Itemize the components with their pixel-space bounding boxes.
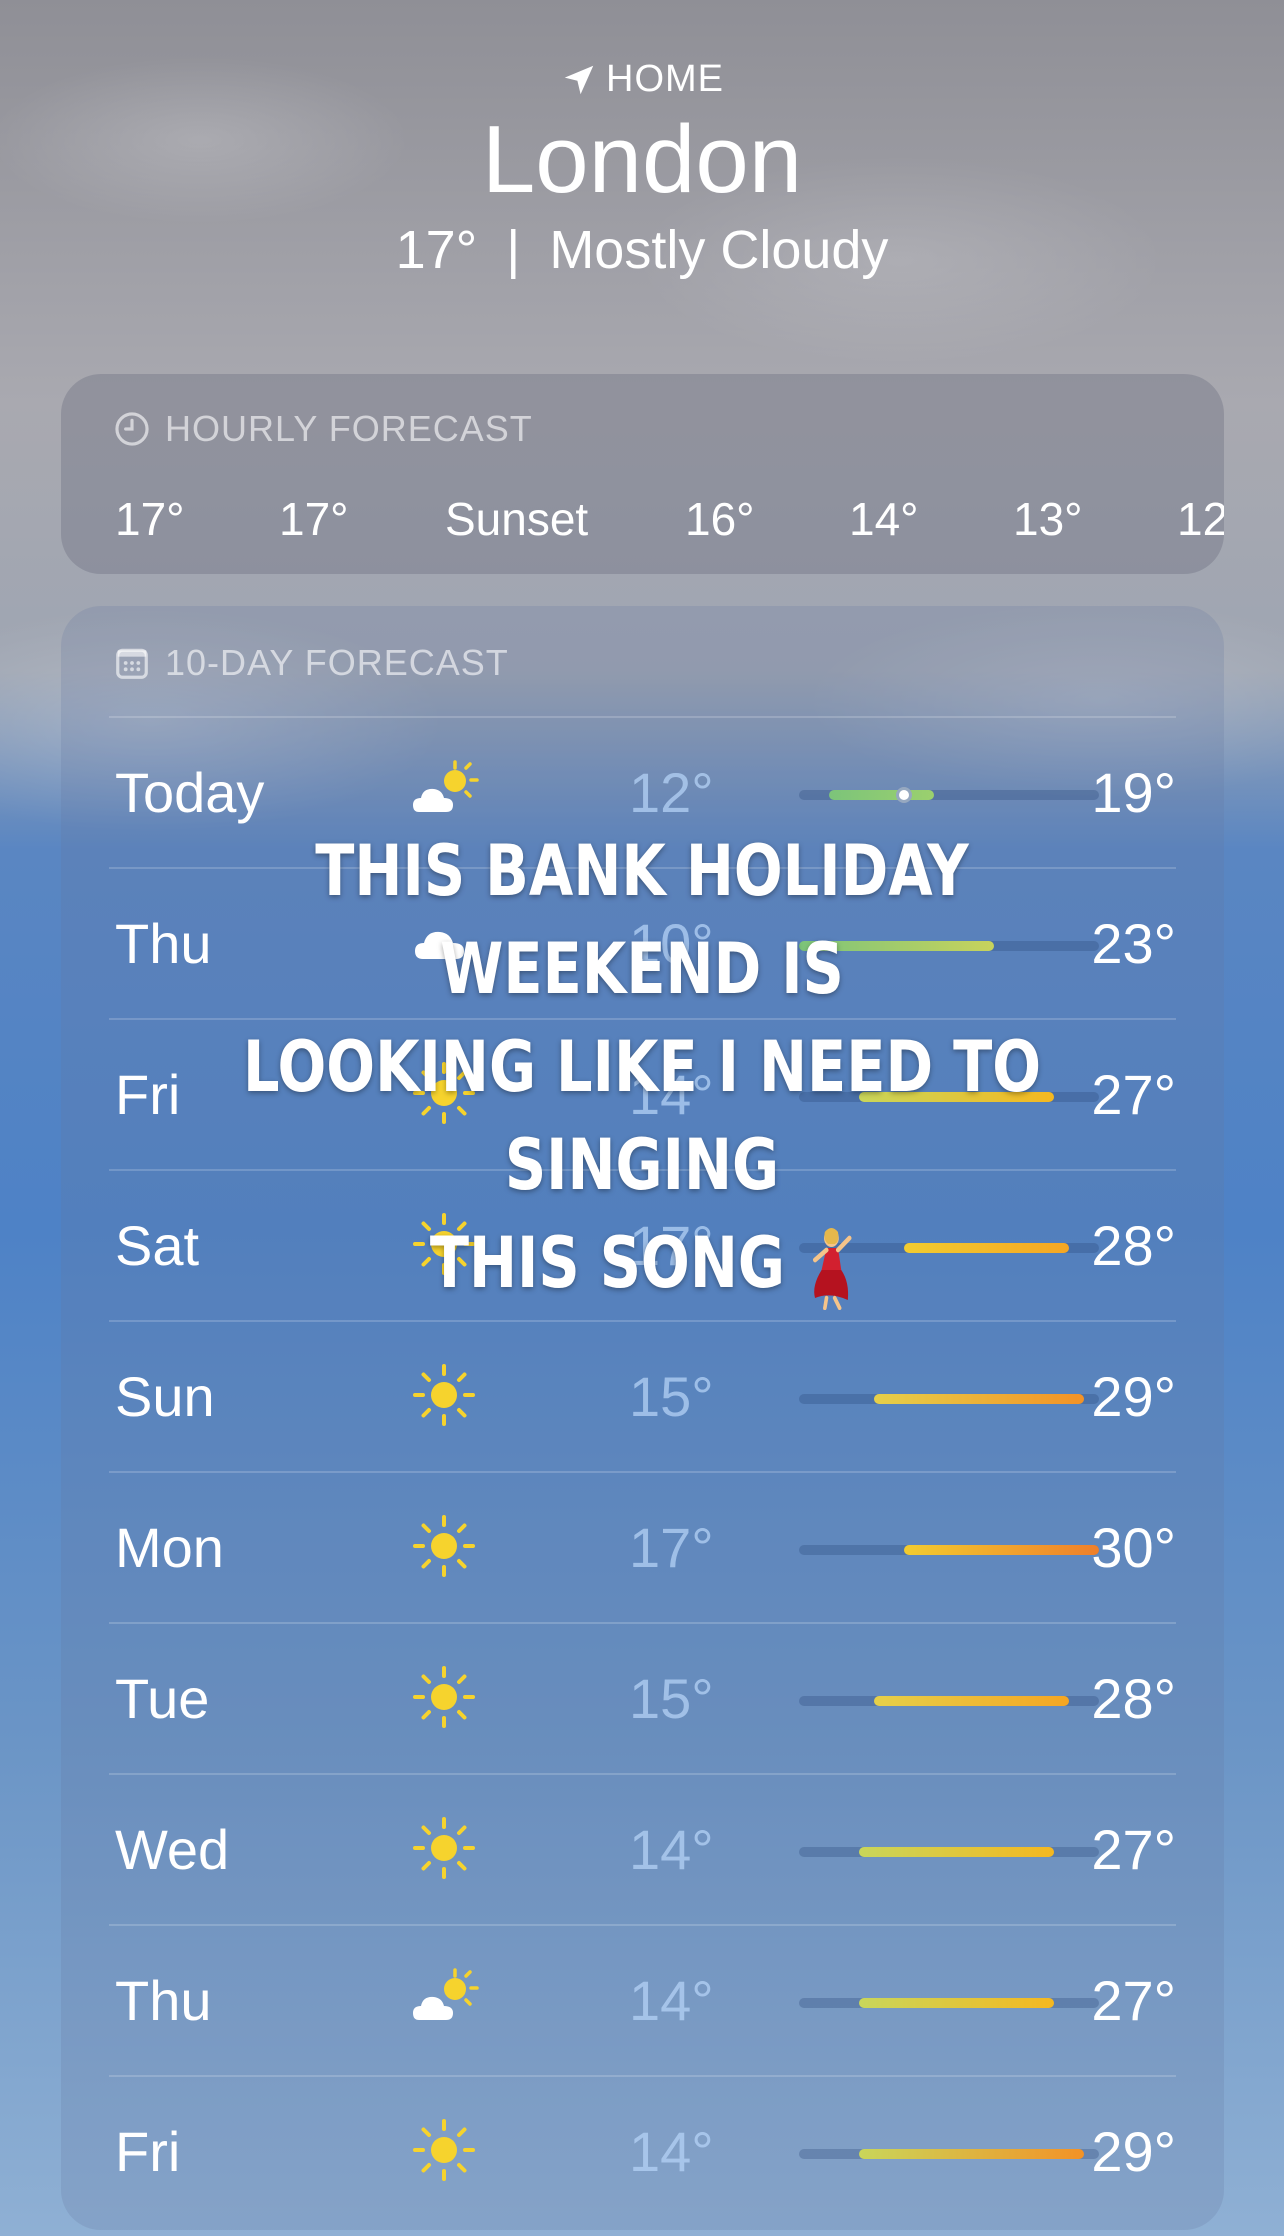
dancer-emoji-icon: [812, 1227, 852, 1310]
caption-line-3: THIS SONG: [429, 1222, 785, 1304]
day-low-temp: 17°: [629, 1516, 714, 1579]
temperature-range-bar: [799, 787, 1099, 803]
day-name: Mon: [115, 1516, 224, 1579]
caption-overlay: THIS BANK HOLIDAY WEEKEND IS LOOKING LIK…: [189, 822, 1094, 1312]
temperature-range-bar: [799, 2149, 1099, 2159]
day-name: Fri: [115, 1063, 181, 1126]
current-temp-dot: [896, 787, 912, 803]
city-name: London: [481, 106, 803, 213]
forecast-day-row[interactable]: Fri 14° 29°: [109, 2077, 1176, 2227]
hour-item: 17°: [279, 493, 349, 545]
day-low-temp: 15°: [629, 1667, 714, 1730]
location-arrow-icon: [564, 65, 594, 94]
day-high-temp: 29°: [1091, 1365, 1176, 1428]
hour-item: 16°: [685, 493, 755, 545]
location-header: HOME London 17° | Mostly Cloudy: [0, 58, 1284, 281]
temperature-range-bar: [799, 1696, 1099, 1706]
day-high-temp: 30°: [1091, 1516, 1176, 1579]
forecast-day-row[interactable]: Wed 14° 27°: [109, 1775, 1176, 1925]
partly-sunny-icon: [409, 1964, 479, 2034]
current-temp: 17°: [395, 219, 478, 280]
sun-icon: [409, 1662, 479, 1732]
location-label-row: HOME: [0, 58, 1284, 101]
sun-icon: [409, 1360, 479, 1430]
day-high-temp: 27°: [1091, 1969, 1176, 2032]
temperature-range-fill: [859, 1998, 1054, 2008]
day-name: Sat: [115, 1214, 200, 1277]
day-low-temp: 14°: [629, 2120, 714, 2183]
day-high-temp: 28°: [1091, 1667, 1176, 1730]
hour-item: 12°: [1177, 493, 1224, 545]
day-high-temp: 23°: [1091, 912, 1176, 975]
day-high-temp: 19°: [1091, 761, 1176, 824]
day-name: Fri: [115, 2120, 181, 2183]
caption-line-1: THIS BANK HOLIDAY WEEKEND IS: [315, 830, 969, 1010]
conditions-separator: |: [506, 219, 521, 280]
day-name: Today: [115, 761, 265, 824]
temperature-range-fill: [829, 790, 934, 800]
forecast-day-row[interactable]: Thu 14° 27°: [109, 1926, 1176, 2076]
forecast-day-row[interactable]: Sun 15° 29°: [109, 1322, 1176, 1472]
hourly-forecast-title: HOURLY FORECAST: [113, 408, 533, 450]
hourly-forecast-card[interactable]: HOURLY FORECAST 17° 17° Sunset 16° 14° 1…: [61, 374, 1224, 574]
location-label: HOME: [606, 58, 724, 100]
sun-icon: [409, 1511, 479, 1581]
day-name: Tue: [115, 1667, 210, 1730]
day-high-temp: 27°: [1091, 1063, 1176, 1126]
forecast-day-row[interactable]: Tue 15° 28°: [109, 1624, 1176, 1774]
temperature-range-fill: [859, 1847, 1054, 1857]
day-low-temp: 14°: [629, 1818, 714, 1881]
sun-icon: [409, 2115, 479, 2185]
current-conditions: 17° | Mostly Cloudy: [0, 219, 1284, 281]
hour-item: Sunset: [445, 493, 589, 545]
hourly-forecast-title-text: HOURLY FORECAST: [165, 408, 533, 449]
temperature-range-fill: [874, 1394, 1084, 1404]
day-name: Thu: [115, 1969, 212, 2032]
hour-item: 17°: [115, 493, 185, 545]
day-name: Sun: [115, 1365, 215, 1428]
day-high-temp: 28°: [1091, 1214, 1176, 1277]
temperature-range-fill: [859, 2149, 1084, 2159]
clock-icon: [115, 412, 149, 446]
hour-item: 13°: [1013, 493, 1083, 545]
day-high-temp: 29°: [1091, 2120, 1176, 2183]
hourly-items[interactable]: 17° 17° Sunset 16° 14° 13° 12°: [115, 492, 1224, 552]
calendar-icon: [116, 648, 148, 679]
temperature-range-bar: [799, 1545, 1099, 1555]
day-low-temp: 14°: [629, 1969, 714, 2032]
ten-day-forecast-title: 10-DAY FORECAST: [113, 642, 509, 684]
day-high-temp: 27°: [1091, 1818, 1176, 1881]
caption-line-2: LOOKING LIKE I NEED TO SINGING: [242, 1026, 1042, 1206]
day-low-temp: 12°: [629, 761, 714, 824]
day-name: Wed: [115, 1818, 230, 1881]
temperature-range-bar: [799, 1394, 1099, 1404]
sun-icon: [409, 1813, 479, 1883]
partly-sunny-icon: [409, 756, 479, 826]
ten-day-forecast-title-text: 10-DAY FORECAST: [165, 642, 509, 683]
temperature-range-bar: [799, 1998, 1099, 2008]
caption-line-3-row: THIS SONG: [189, 1214, 1094, 1312]
condition-text: Mostly Cloudy: [549, 219, 889, 280]
temperature-range-fill: [874, 1696, 1069, 1706]
temperature-range-fill: [904, 1545, 1099, 1555]
hour-item: 14°: [849, 493, 919, 545]
forecast-day-row[interactable]: Mon 17° 30°: [109, 1473, 1176, 1623]
day-low-temp: 15°: [629, 1365, 714, 1428]
temperature-range-bar: [799, 1847, 1099, 1857]
